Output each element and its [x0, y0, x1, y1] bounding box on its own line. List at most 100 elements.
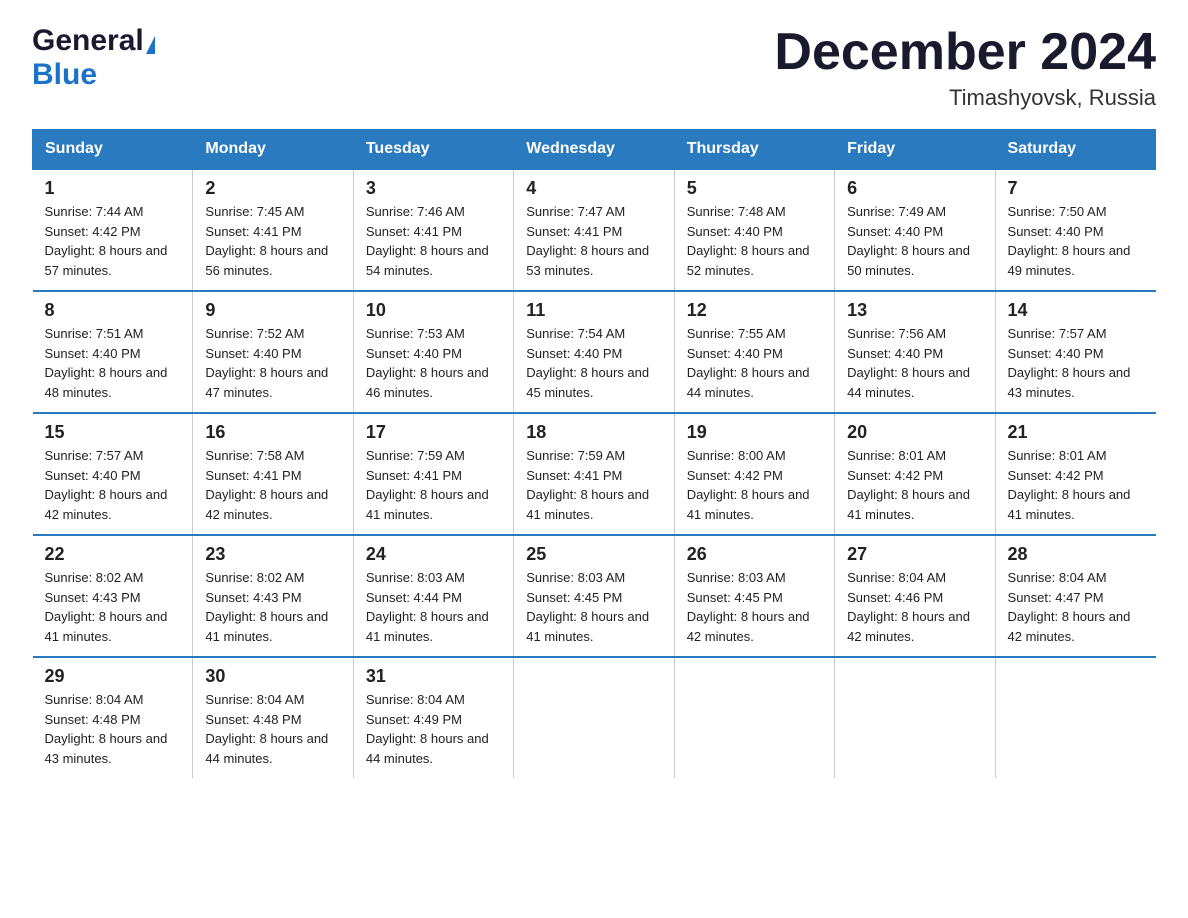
calendar-day-cell: 13 Sunrise: 7:56 AM Sunset: 4:40 PM Dayl…: [835, 291, 995, 413]
day-info: Sunrise: 7:50 AM Sunset: 4:40 PM Dayligh…: [1008, 202, 1146, 280]
calendar-day-cell: 4 Sunrise: 7:47 AM Sunset: 4:41 PM Dayli…: [514, 169, 674, 291]
calendar-week-row: 8 Sunrise: 7:51 AM Sunset: 4:40 PM Dayli…: [33, 291, 1156, 413]
calendar-day-cell: 15 Sunrise: 7:57 AM Sunset: 4:40 PM Dayl…: [33, 413, 193, 535]
calendar-day-cell: 17 Sunrise: 7:59 AM Sunset: 4:41 PM Dayl…: [353, 413, 513, 535]
day-info: Sunrise: 8:03 AM Sunset: 4:45 PM Dayligh…: [687, 568, 824, 646]
day-number: 20: [847, 422, 984, 443]
calendar-day-cell: [835, 657, 995, 778]
day-info: Sunrise: 8:02 AM Sunset: 4:43 PM Dayligh…: [45, 568, 183, 646]
day-info: Sunrise: 8:02 AM Sunset: 4:43 PM Dayligh…: [205, 568, 342, 646]
day-number: 26: [687, 544, 824, 565]
day-info: Sunrise: 8:01 AM Sunset: 4:42 PM Dayligh…: [1008, 446, 1146, 524]
calendar-day-cell: 12 Sunrise: 7:55 AM Sunset: 4:40 PM Dayl…: [674, 291, 834, 413]
day-info: Sunrise: 7:51 AM Sunset: 4:40 PM Dayligh…: [45, 324, 183, 402]
day-number: 21: [1008, 422, 1146, 443]
day-number: 14: [1008, 300, 1146, 321]
day-info: Sunrise: 8:01 AM Sunset: 4:42 PM Dayligh…: [847, 446, 984, 524]
calendar-day-cell: 3 Sunrise: 7:46 AM Sunset: 4:41 PM Dayli…: [353, 169, 513, 291]
col-sunday: Sunday: [33, 130, 193, 170]
day-number: 28: [1008, 544, 1146, 565]
day-info: Sunrise: 7:55 AM Sunset: 4:40 PM Dayligh…: [687, 324, 824, 402]
day-info: Sunrise: 7:57 AM Sunset: 4:40 PM Dayligh…: [1008, 324, 1146, 402]
day-number: 6: [847, 178, 984, 199]
calendar-day-cell: [674, 657, 834, 778]
day-info: Sunrise: 7:57 AM Sunset: 4:40 PM Dayligh…: [45, 446, 183, 524]
col-tuesday: Tuesday: [353, 130, 513, 170]
calendar-day-cell: 29 Sunrise: 8:04 AM Sunset: 4:48 PM Dayl…: [33, 657, 193, 778]
calendar-day-cell: 8 Sunrise: 7:51 AM Sunset: 4:40 PM Dayli…: [33, 291, 193, 413]
day-number: 22: [45, 544, 183, 565]
calendar-day-cell: 2 Sunrise: 7:45 AM Sunset: 4:41 PM Dayli…: [193, 169, 353, 291]
page-header: General Blue December 2024 Timashyovsk, …: [32, 24, 1156, 111]
day-number: 24: [366, 544, 503, 565]
day-number: 3: [366, 178, 503, 199]
title-block: December 2024 Timashyovsk, Russia: [774, 24, 1156, 111]
logo-triangle-icon: [146, 36, 155, 54]
day-number: 17: [366, 422, 503, 443]
calendar-day-cell: 26 Sunrise: 8:03 AM Sunset: 4:45 PM Dayl…: [674, 535, 834, 657]
day-info: Sunrise: 7:59 AM Sunset: 4:41 PM Dayligh…: [526, 446, 663, 524]
day-info: Sunrise: 7:47 AM Sunset: 4:41 PM Dayligh…: [526, 202, 663, 280]
calendar-day-cell: 18 Sunrise: 7:59 AM Sunset: 4:41 PM Dayl…: [514, 413, 674, 535]
calendar-day-cell: 14 Sunrise: 7:57 AM Sunset: 4:40 PM Dayl…: [995, 291, 1155, 413]
day-info: Sunrise: 8:03 AM Sunset: 4:44 PM Dayligh…: [366, 568, 503, 646]
calendar-day-cell: [514, 657, 674, 778]
calendar-day-cell: 27 Sunrise: 8:04 AM Sunset: 4:46 PM Dayl…: [835, 535, 995, 657]
day-number: 19: [687, 422, 824, 443]
calendar-day-cell: 30 Sunrise: 8:04 AM Sunset: 4:48 PM Dayl…: [193, 657, 353, 778]
day-info: Sunrise: 7:56 AM Sunset: 4:40 PM Dayligh…: [847, 324, 984, 402]
day-number: 13: [847, 300, 984, 321]
logo: General Blue: [32, 24, 155, 92]
col-friday: Friday: [835, 130, 995, 170]
day-number: 12: [687, 300, 824, 321]
calendar-day-cell: 22 Sunrise: 8:02 AM Sunset: 4:43 PM Dayl…: [33, 535, 193, 657]
day-info: Sunrise: 8:04 AM Sunset: 4:47 PM Dayligh…: [1008, 568, 1146, 646]
calendar-table: Sunday Monday Tuesday Wednesday Thursday…: [32, 129, 1156, 778]
calendar-week-row: 29 Sunrise: 8:04 AM Sunset: 4:48 PM Dayl…: [33, 657, 1156, 778]
calendar-day-cell: 7 Sunrise: 7:50 AM Sunset: 4:40 PM Dayli…: [995, 169, 1155, 291]
day-info: Sunrise: 7:59 AM Sunset: 4:41 PM Dayligh…: [366, 446, 503, 524]
day-info: Sunrise: 7:53 AM Sunset: 4:40 PM Dayligh…: [366, 324, 503, 402]
day-number: 23: [205, 544, 342, 565]
day-info: Sunrise: 7:58 AM Sunset: 4:41 PM Dayligh…: [205, 446, 342, 524]
calendar-day-cell: 28 Sunrise: 8:04 AM Sunset: 4:47 PM Dayl…: [995, 535, 1155, 657]
day-number: 18: [526, 422, 663, 443]
calendar-day-cell: 25 Sunrise: 8:03 AM Sunset: 4:45 PM Dayl…: [514, 535, 674, 657]
day-number: 30: [205, 666, 342, 687]
day-number: 5: [687, 178, 824, 199]
calendar-day-cell: 19 Sunrise: 8:00 AM Sunset: 4:42 PM Dayl…: [674, 413, 834, 535]
day-number: 4: [526, 178, 663, 199]
day-info: Sunrise: 8:04 AM Sunset: 4:48 PM Dayligh…: [45, 690, 183, 768]
calendar-day-cell: 16 Sunrise: 7:58 AM Sunset: 4:41 PM Dayl…: [193, 413, 353, 535]
logo-general-text: General: [32, 24, 144, 58]
calendar-day-cell: 5 Sunrise: 7:48 AM Sunset: 4:40 PM Dayli…: [674, 169, 834, 291]
calendar-day-cell: 1 Sunrise: 7:44 AM Sunset: 4:42 PM Dayli…: [33, 169, 193, 291]
day-number: 16: [205, 422, 342, 443]
day-info: Sunrise: 7:46 AM Sunset: 4:41 PM Dayligh…: [366, 202, 503, 280]
calendar-header-row: Sunday Monday Tuesday Wednesday Thursday…: [33, 130, 1156, 170]
day-info: Sunrise: 8:04 AM Sunset: 4:46 PM Dayligh…: [847, 568, 984, 646]
day-number: 25: [526, 544, 663, 565]
day-info: Sunrise: 7:44 AM Sunset: 4:42 PM Dayligh…: [45, 202, 183, 280]
day-number: 7: [1008, 178, 1146, 199]
calendar-day-cell: [995, 657, 1155, 778]
calendar-day-cell: 9 Sunrise: 7:52 AM Sunset: 4:40 PM Dayli…: [193, 291, 353, 413]
col-wednesday: Wednesday: [514, 130, 674, 170]
day-number: 11: [526, 300, 663, 321]
day-info: Sunrise: 7:45 AM Sunset: 4:41 PM Dayligh…: [205, 202, 342, 280]
day-info: Sunrise: 8:04 AM Sunset: 4:49 PM Dayligh…: [366, 690, 503, 768]
calendar-day-cell: 11 Sunrise: 7:54 AM Sunset: 4:40 PM Dayl…: [514, 291, 674, 413]
col-monday: Monday: [193, 130, 353, 170]
day-number: 31: [366, 666, 503, 687]
col-thursday: Thursday: [674, 130, 834, 170]
day-number: 29: [45, 666, 183, 687]
calendar-body: 1 Sunrise: 7:44 AM Sunset: 4:42 PM Dayli…: [33, 169, 1156, 778]
calendar-title: December 2024: [774, 24, 1156, 81]
day-number: 1: [45, 178, 183, 199]
day-number: 27: [847, 544, 984, 565]
day-info: Sunrise: 8:04 AM Sunset: 4:48 PM Dayligh…: [205, 690, 342, 768]
day-info: Sunrise: 7:49 AM Sunset: 4:40 PM Dayligh…: [847, 202, 984, 280]
calendar-day-cell: 20 Sunrise: 8:01 AM Sunset: 4:42 PM Dayl…: [835, 413, 995, 535]
day-info: Sunrise: 8:03 AM Sunset: 4:45 PM Dayligh…: [526, 568, 663, 646]
day-number: 8: [45, 300, 183, 321]
